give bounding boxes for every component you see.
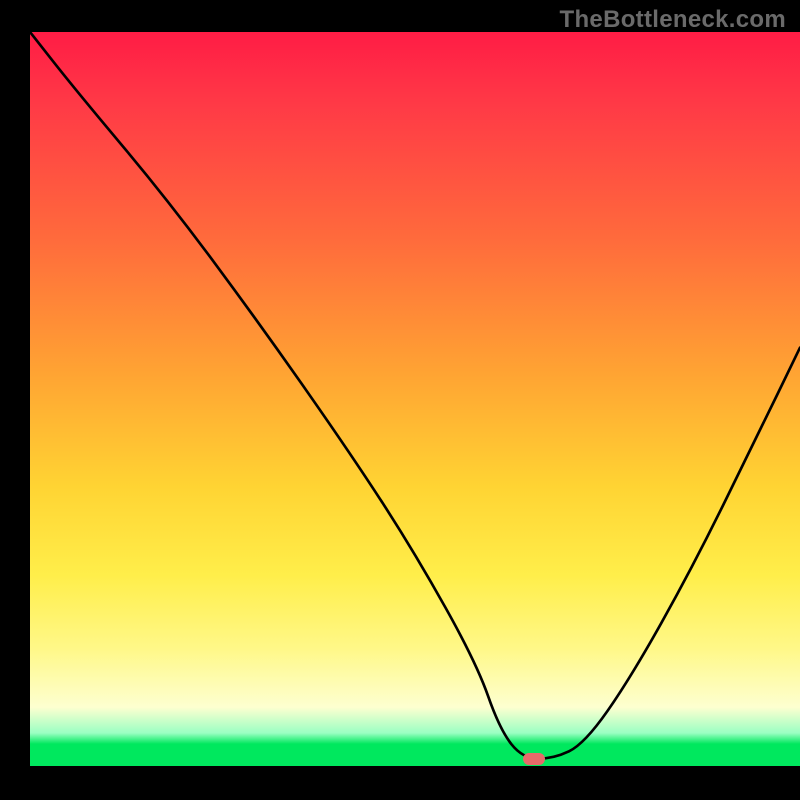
bottleneck-curve	[30, 32, 800, 766]
plot-area	[30, 32, 800, 766]
chart-frame: TheBottleneck.com	[0, 0, 800, 800]
optimal-marker	[523, 753, 545, 765]
watermark-text: TheBottleneck.com	[560, 6, 786, 34]
